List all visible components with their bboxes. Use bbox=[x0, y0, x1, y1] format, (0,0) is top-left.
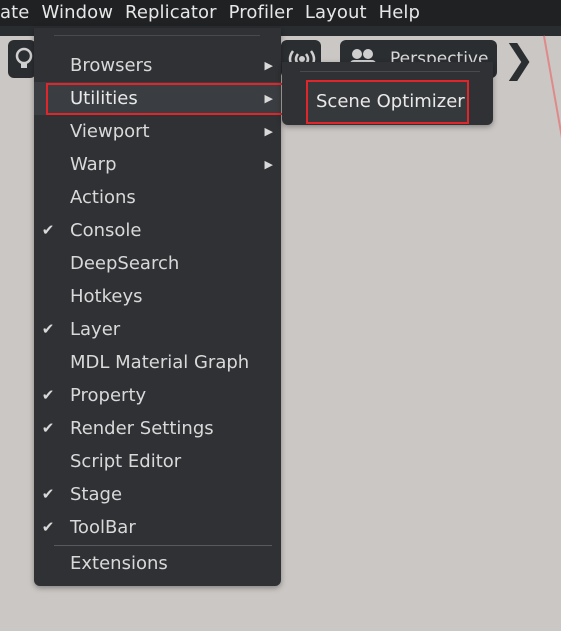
menu-item-deepsearch[interactable]: DeepSearch bbox=[34, 247, 281, 280]
menu-item-label: Property bbox=[70, 385, 147, 406]
menu-item-toolbar[interactable]: ✔ ToolBar bbox=[34, 511, 281, 544]
menu-item-label: Stage bbox=[70, 484, 123, 505]
chevron-double-right-icon[interactable]: ❯ bbox=[503, 40, 535, 78]
menu-help[interactable]: Help bbox=[373, 0, 426, 26]
menu-item-viewport[interactable]: Viewport ▶ bbox=[34, 115, 281, 148]
check-icon: ✔ bbox=[41, 485, 55, 503]
menu-item-layer[interactable]: ✔ Layer bbox=[34, 313, 281, 346]
menu-item-stage[interactable]: ✔ Stage bbox=[34, 478, 281, 511]
menu-layout[interactable]: Layout bbox=[299, 0, 373, 26]
menu-item-label: Hotkeys bbox=[70, 286, 143, 307]
menu-item-mdl-material-graph[interactable]: MDL Material Graph bbox=[34, 346, 281, 379]
menu-item-label: Browsers bbox=[70, 55, 153, 76]
chevron-right-icon: ▶ bbox=[264, 125, 273, 138]
check-icon: ✔ bbox=[41, 221, 55, 239]
viewport-red-line bbox=[543, 35, 561, 179]
menu-separator bbox=[54, 35, 260, 36]
menu-separator bbox=[300, 71, 480, 72]
menu-item-browsers[interactable]: Browsers ▶ bbox=[34, 49, 281, 82]
menu-item-extensions[interactable]: Extensions bbox=[34, 547, 281, 580]
lightbulb-icon bbox=[15, 47, 33, 68]
check-icon: ✔ bbox=[41, 518, 55, 536]
check-icon: ✔ bbox=[41, 386, 55, 404]
menu-item-render-settings[interactable]: ✔ Render Settings bbox=[34, 412, 281, 445]
chevron-right-icon: ▶ bbox=[264, 59, 273, 72]
menu-item-property[interactable]: ✔ Property bbox=[34, 379, 281, 412]
utilities-highlight-outline bbox=[46, 83, 285, 115]
menu-item-label: MDL Material Graph bbox=[70, 352, 250, 373]
menu-item-label: Warp bbox=[70, 154, 117, 175]
menu-item-label: ToolBar bbox=[70, 517, 136, 538]
window-menu: Browsers ▶ Utilities ▶ Viewport ▶ Warp ▶… bbox=[34, 28, 285, 586]
menu-item-label: DeepSearch bbox=[70, 253, 180, 274]
check-icon: ✔ bbox=[41, 419, 55, 437]
menu-item-label: Layer bbox=[70, 319, 121, 340]
check-icon: ✔ bbox=[41, 320, 55, 338]
menu-separator bbox=[54, 545, 272, 546]
menu-item-label: Script Editor bbox=[70, 451, 182, 472]
menu-item-label: Actions bbox=[70, 187, 136, 208]
menu-item-label: Viewport bbox=[70, 121, 150, 142]
menu-item-label: Render Settings bbox=[70, 418, 214, 439]
menu-item-label: Extensions bbox=[70, 553, 168, 574]
menu-create[interactable]: ate bbox=[0, 0, 35, 26]
menu-item-warp[interactable]: Warp ▶ bbox=[34, 148, 281, 181]
menu-replicator[interactable]: Replicator bbox=[119, 0, 223, 26]
menu-item-actions[interactable]: Actions bbox=[34, 181, 281, 214]
menu-window[interactable]: Window bbox=[35, 0, 119, 26]
menu-item-hotkeys[interactable]: Hotkeys bbox=[34, 280, 281, 313]
menu-item-label: Console bbox=[70, 220, 142, 241]
menu-item-console[interactable]: ✔ Console bbox=[34, 214, 281, 247]
menu-profiler[interactable]: Profiler bbox=[223, 0, 299, 26]
lighting-button[interactable] bbox=[8, 40, 36, 78]
menubar: ate Window Replicator Profiler Layout He… bbox=[0, 0, 561, 26]
chevron-right-icon: ▶ bbox=[264, 158, 273, 171]
submenu-item-scene-optimizer[interactable]: Scene Optimizer bbox=[306, 80, 469, 124]
menu-item-script-editor[interactable]: Script Editor bbox=[34, 445, 281, 478]
utilities-submenu: Scene Optimizer bbox=[282, 62, 493, 125]
